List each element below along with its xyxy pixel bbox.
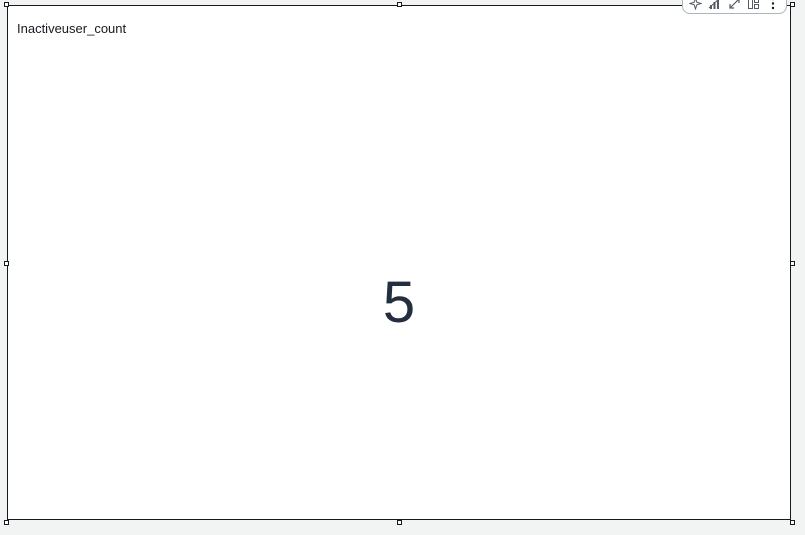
layout-icon[interactable] [746,0,762,11]
visual-title: Inactiveuser_count [17,21,127,36]
expand-icon[interactable] [726,0,742,11]
resize-handle-middle-right[interactable] [790,261,795,266]
resize-handle-top-left[interactable] [4,2,9,7]
resize-handle-middle-left[interactable] [4,261,9,266]
resize-handle-bottom-left[interactable] [4,520,9,525]
kpi-value: 5 [382,270,416,335]
resize-handle-bottom-center[interactable] [397,520,402,525]
resize-handle-bottom-right[interactable] [790,520,795,525]
bar-chart-icon[interactable] [707,0,723,11]
kpi-visual[interactable]: Inactiveuser_count 5 [7,5,791,520]
sparkle-icon[interactable] [688,0,704,11]
resize-handle-top-center[interactable] [397,2,402,7]
resize-handle-top-right[interactable] [790,2,795,7]
visual-toolbar [682,0,787,14]
more-options-icon[interactable] [765,0,781,11]
